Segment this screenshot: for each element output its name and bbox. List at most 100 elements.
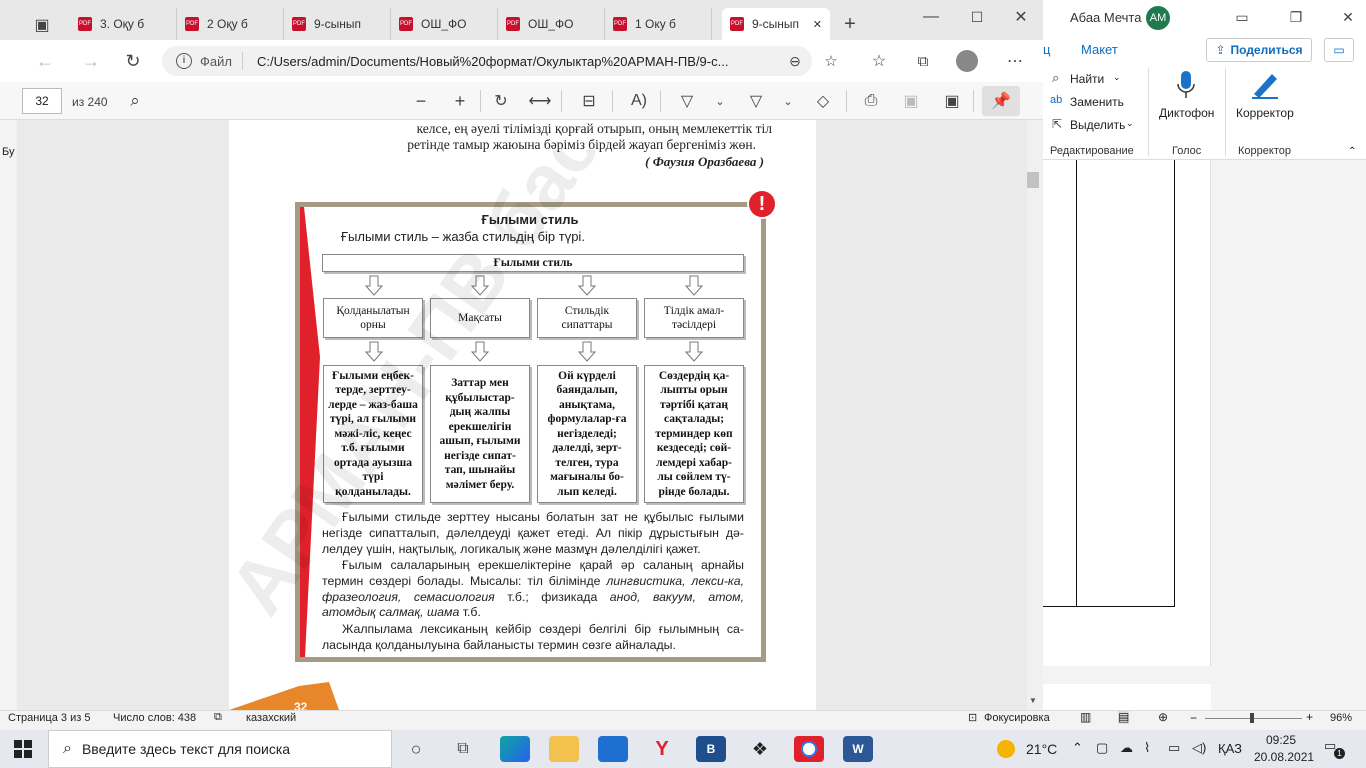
avatar[interactable]: AM	[1146, 6, 1170, 30]
tab-actions-icon[interactable]: ▣	[30, 14, 54, 36]
onedrive-icon[interactable]: ☁	[1120, 740, 1133, 756]
page-view-icon[interactable]: ⊟	[578, 90, 600, 112]
edge-icon[interactable]	[500, 736, 530, 762]
comments-button[interactable]: ▭	[1324, 38, 1354, 62]
proofing-icon[interactable]: ⧉	[214, 711, 222, 724]
taskbar-search-input[interactable]: ⌕ Введите здесь текст для поиска	[48, 730, 392, 768]
add-favorite-icon[interactable]: ☆	[820, 50, 842, 72]
zoom-plus-icon[interactable]: +	[449, 90, 471, 112]
language-indicator[interactable]: ҚАЗ	[1218, 741, 1242, 756]
chevron-up-icon[interactable]: ⌃	[1072, 740, 1083, 756]
app-b-icon[interactable]: B	[696, 736, 726, 762]
browser-tab[interactable]: PDF ОШ_ФО	[391, 8, 498, 40]
forward-icon[interactable]: →	[80, 50, 102, 72]
windows-start-icon[interactable]	[14, 740, 32, 758]
highlight-icon[interactable]: ▽	[745, 90, 767, 112]
back-icon[interactable]: ←	[34, 50, 56, 72]
profile-icon[interactable]	[956, 50, 978, 72]
word-user-name[interactable]: Абаа Мечта	[1070, 10, 1141, 25]
browser-tab[interactable]: PDF 3. Оқу б	[70, 8, 177, 40]
mail-icon[interactable]	[598, 736, 628, 762]
collapse-ribbon-icon[interactable]: ⌃	[1348, 146, 1356, 157]
more-icon[interactable]: ⋯	[1004, 50, 1026, 72]
status-words[interactable]: Число слов: 438	[113, 712, 196, 724]
close-icon[interactable]: ✕	[1006, 6, 1036, 28]
chevron-down-icon[interactable]: ⌄	[1113, 72, 1121, 83]
save-icon[interactable]: ▣	[900, 90, 922, 112]
status-page[interactable]: Страница 3 из 5	[8, 712, 90, 724]
browser-tab-active[interactable]: PDF 9-сынып ✕	[722, 8, 830, 40]
favorites-icon[interactable]: ☆	[868, 50, 890, 72]
chevron-down-icon[interactable]: ⌄	[710, 90, 730, 112]
web-layout-icon[interactable]: ⊕	[1158, 710, 1168, 724]
task-view-icon[interactable]: ⧉	[452, 738, 474, 760]
word-icon[interactable]: W	[843, 736, 873, 762]
browser-tab[interactable]: PDF 1 Оку б	[605, 8, 712, 40]
scrollbar[interactable]: ▼	[1027, 120, 1043, 710]
share-button[interactable]: ⇪ Поделиться	[1206, 38, 1312, 62]
print-layout-icon[interactable]: ▤	[1118, 710, 1130, 724]
clock-date[interactable]: 20.08.2021	[1254, 750, 1314, 764]
print-icon[interactable]: ⎙	[860, 90, 882, 112]
pin-toolbar-icon[interactable]: 📌	[982, 86, 1020, 116]
browser-tab[interactable]: PDF 9-сынып	[284, 8, 391, 40]
chevron-down-icon[interactable]: ⌄	[1126, 118, 1134, 129]
zoom-in-button[interactable]: +	[1306, 710, 1313, 724]
scrollbar-thumb[interactable]	[1027, 172, 1039, 188]
file-explorer-icon[interactable]	[549, 736, 579, 762]
zoom-slider-thumb[interactable]	[1250, 713, 1254, 723]
page-number-input[interactable]: 32	[22, 88, 62, 114]
close-tab-icon[interactable]: ✕	[813, 18, 822, 31]
read-mode-icon[interactable]: ▥	[1080, 710, 1091, 724]
tab-partial[interactable]: ц	[1043, 42, 1050, 57]
wifi-icon[interactable]: ⌇	[1144, 740, 1150, 756]
weather-temp[interactable]: 21°C	[1026, 741, 1057, 757]
browser-tab[interactable]: PDF 2 Оқу б	[177, 8, 284, 40]
info-icon[interactable]: i	[176, 53, 192, 69]
fit-page-icon[interactable]: ⟷	[529, 90, 552, 112]
draw-icon[interactable]: ▽	[676, 90, 698, 112]
status-language[interactable]: казахский	[246, 712, 296, 724]
scroll-down-icon[interactable]: ▼	[1029, 696, 1037, 705]
cortana-icon[interactable]: ○	[405, 738, 427, 760]
zoom-out-button[interactable]: −	[1190, 711, 1197, 725]
read-aloud-icon[interactable]: A)	[628, 90, 650, 112]
chrome-icon[interactable]	[794, 736, 824, 762]
battery-icon[interactable]: ▭	[1168, 740, 1180, 756]
browser-tab[interactable]: PDF ОШ_ФО	[498, 8, 605, 40]
url-text[interactable]: C:/Users/admin/Documents/Новый%20формат/…	[257, 54, 728, 69]
minimize-icon[interactable]: —	[916, 6, 946, 28]
eraser-icon[interactable]: ◇	[812, 90, 834, 112]
corrector-button[interactable]: Корректор	[1236, 106, 1294, 120]
zoom-minus-icon[interactable]: −	[410, 90, 432, 112]
word-close-icon[interactable]: ✕	[1336, 6, 1360, 28]
weather-icon[interactable]	[997, 740, 1015, 758]
refresh-icon[interactable]: ↻	[122, 50, 144, 72]
yandex-icon[interactable]: Y	[647, 736, 677, 762]
select-button[interactable]: Выделить	[1070, 118, 1125, 132]
status-zoom[interactable]: 96%	[1330, 712, 1352, 724]
replace-button[interactable]: Заменить	[1070, 95, 1124, 109]
chevron-down-icon[interactable]: ⌄	[778, 90, 798, 112]
search-icon[interactable]: ⌕	[124, 90, 146, 112]
volume-icon[interactable]: ◁)	[1192, 740, 1206, 756]
network-icon[interactable]: ▢	[1096, 740, 1108, 756]
word-restore-icon[interactable]: ❐	[1284, 6, 1308, 28]
dictophone-button[interactable]: Диктофон	[1159, 106, 1214, 120]
collections-icon[interactable]: ⧉	[912, 50, 934, 72]
table-line	[1043, 606, 1175, 607]
microphone-icon[interactable]	[1177, 70, 1195, 100]
zoom-out-icon[interactable]: ⊖	[786, 52, 804, 70]
rotate-icon[interactable]: ↻	[490, 90, 512, 112]
corrector-pen-icon[interactable]	[1248, 70, 1282, 100]
tab-layout[interactable]: Макет	[1081, 42, 1118, 57]
status-focus[interactable]: Фокусировка	[984, 712, 1050, 724]
word-ribbon-display-icon[interactable]: ▭	[1230, 6, 1254, 28]
maximize-icon[interactable]: ☐	[962, 6, 992, 28]
focus-icon[interactable]: ⊡	[968, 711, 977, 724]
find-button[interactable]: Найти	[1070, 72, 1104, 86]
save-as-icon[interactable]: ▣	[941, 90, 963, 112]
dropbox-icon[interactable]: ❖	[745, 736, 775, 762]
clock-time[interactable]: 09:25	[1266, 733, 1296, 747]
new-tab-button[interactable]: +	[838, 12, 862, 36]
